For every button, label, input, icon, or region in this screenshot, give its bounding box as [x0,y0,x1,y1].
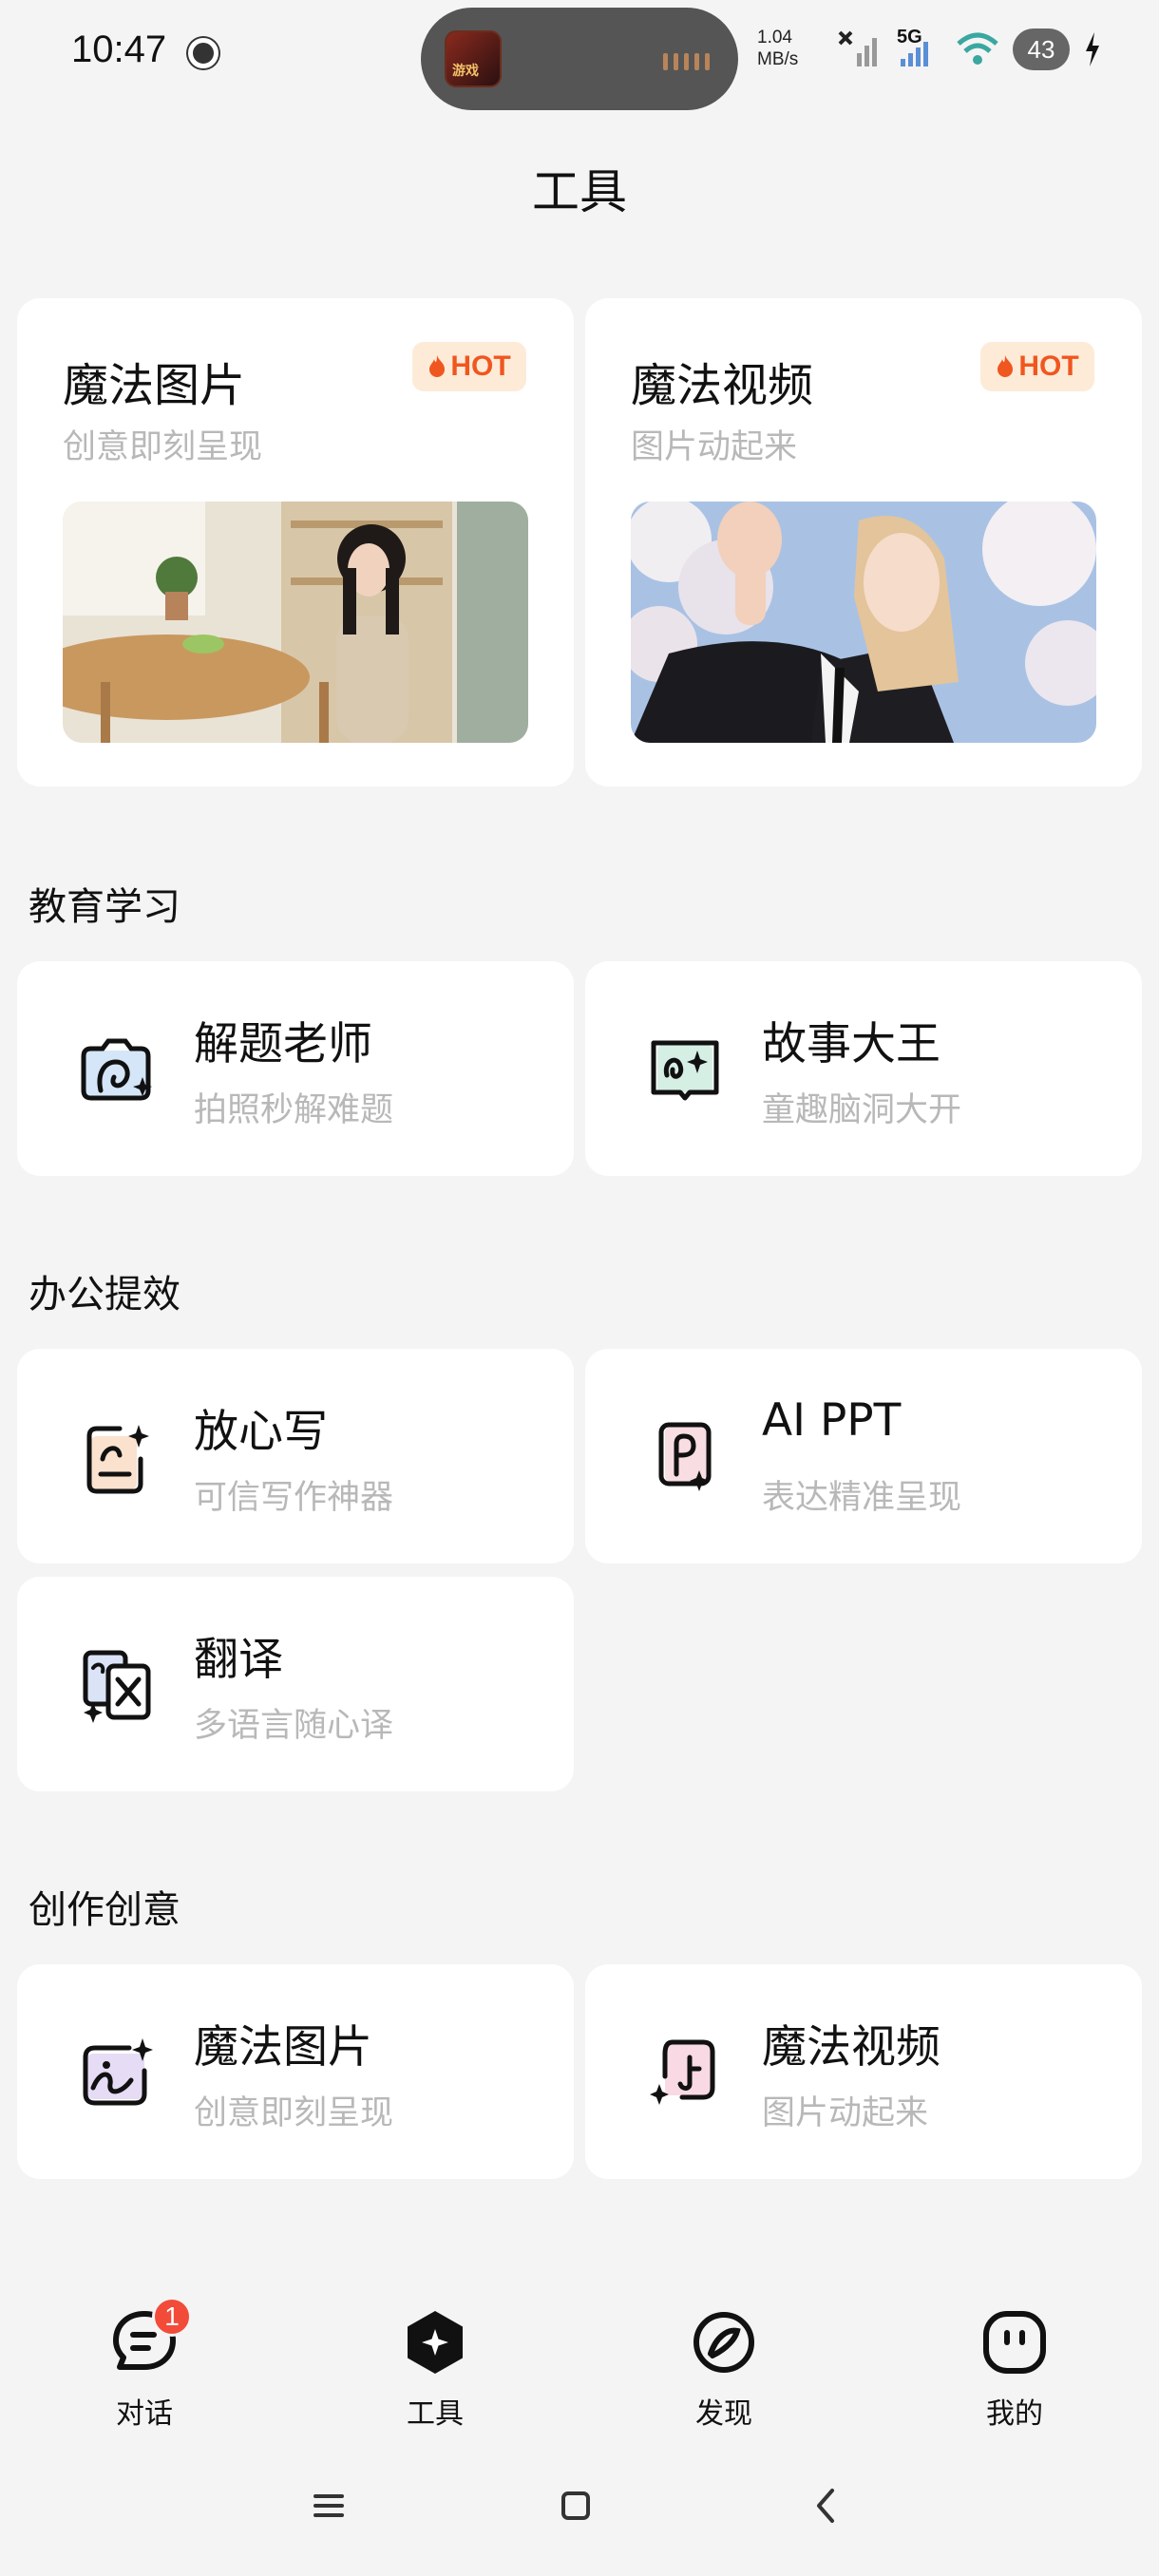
tool-title: 魔法视频 [762,2021,940,2074]
discover-icon [694,2312,754,2373]
tool-card-translate[interactable]: 翻译 多语言随心译 [17,1577,574,1791]
story-book-icon [651,1040,719,1101]
menu-icon[interactable] [300,2477,357,2534]
status-bar: 10:47 游戏 1.04 MB/s 5G 43 [0,0,1159,110]
magic-image-icon [83,2038,153,2106]
nav-label: 我的 [986,2397,1043,2431]
tool-subtitle: 表达精准呈现 [762,1479,962,1517]
app-notification-icon [188,38,218,68]
flame-icon [429,355,446,377]
nav-item-discover[interactable]: 发现 [648,2308,800,2432]
hero-card-magic-image[interactable]: 魔法图片 创意即刻呈现 HOT [17,298,574,786]
tools-icon [408,2311,463,2374]
tool-card-magic-video[interactable]: 魔法视频 图片动起来 [585,1964,1142,2179]
tool-subtitle: 创意即刻呈现 [194,2094,394,2132]
tool-card-ai-ppt[interactable]: AI PPT 表达精准呈现 [585,1349,1142,1563]
page-title: 工具 [532,164,627,219]
audio-wave-icon [663,53,710,70]
hot-badge: HOT [980,342,1094,391]
tool-card-solver[interactable]: 解题老师 拍照秒解难题 [17,961,574,1176]
signal-off-icon [838,30,877,66]
nav-label: 对话 [116,2397,173,2431]
bottom-nav: 1 对话 工具 发现 我的 [0,2280,1159,2432]
hero-card-title: 魔法视频 [631,359,814,412]
system-nav-bar [0,2470,1159,2546]
nav-item-chat[interactable]: 1 对话 [68,2297,220,2432]
hero-card-subtitle: 创意即刻呈现 [63,428,263,466]
ppt-icon [658,1422,712,1491]
status-time: 10:47 [71,28,167,70]
home-icon[interactable] [547,2477,604,2534]
dynamic-island[interactable]: 游戏 [421,8,738,110]
tool-title: 解题老师 [194,1018,372,1070]
hot-badge: HOT [412,342,526,391]
tool-card-story[interactable]: 故事大王 童趣脑洞大开 [585,961,1142,1176]
flame-icon [998,355,1014,377]
translate-icon [83,1650,151,1723]
tool-card-magic-image[interactable]: 魔法图片 创意即刻呈现 [17,1964,574,2179]
nav-item-profile[interactable]: 我的 [939,2308,1091,2432]
woman-waving-cherry-blossom-photo [631,502,1096,743]
hero-card-magic-video[interactable]: 魔法视频 图片动起来 HOT [585,298,1142,786]
tool-subtitle: 童趣脑洞大开 [762,1091,962,1129]
profile-icon [983,2311,1046,2374]
tool-title: 放心写 [194,1406,328,1458]
section-label-office: 办公提效 [28,1273,180,1316]
battery-icon: 43 [1013,28,1070,70]
tool-title: 翻译 [194,1634,283,1686]
nav-label: 发现 [695,2397,752,2431]
back-icon[interactable] [798,2477,855,2534]
magic-video-icon [650,2039,715,2105]
hero-card-title: 魔法图片 [63,359,246,412]
tool-card-writing[interactable]: 放心写 可信写作神器 [17,1349,574,1563]
media-thumbnail: 游戏 [445,30,502,87]
wifi-icon [957,32,998,65]
camera-sparkle-icon [81,1038,152,1101]
charging-icon [1086,32,1099,66]
tool-subtitle: 多语言随心译 [194,1707,394,1745]
writing-icon [86,1425,149,1494]
unread-badge: 1 [152,2297,192,2337]
tool-title: AI PPT [762,1394,902,1447]
woman-at-table-photo [63,502,528,743]
signal-5g-icon: 5G [895,27,942,70]
section-label-education: 教育学习 [28,885,180,929]
network-speed: 1.04 MB/s [757,28,799,69]
tool-title: 故事大王 [762,1018,940,1070]
section-label-creative: 创作创意 [28,1888,180,1932]
tool-subtitle: 可信写作神器 [194,1479,394,1517]
hero-card-subtitle: 图片动起来 [631,428,798,466]
status-icons: 5G 43 [838,27,1102,70]
tool-subtitle: 拍照秒解难题 [194,1091,394,1129]
nav-label: 工具 [407,2397,464,2431]
tool-subtitle: 图片动起来 [762,2094,929,2132]
tool-title: 魔法图片 [194,2021,372,2074]
nav-item-tools[interactable]: 工具 [359,2308,511,2432]
